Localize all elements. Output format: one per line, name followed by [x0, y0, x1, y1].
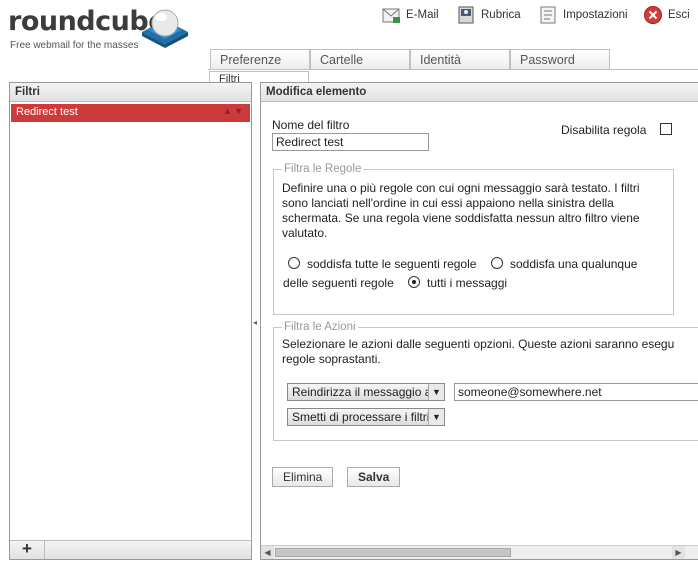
- edit-panel-title: Modifica elemento: [261, 83, 698, 102]
- rules-description: Definire una o più regole con cui ogni m…: [282, 181, 640, 240]
- tab-cartelle[interactable]: Cartelle: [310, 49, 410, 70]
- filters-panel: Filtri Redirect test ▲▼ +: [9, 82, 252, 560]
- match-every-radio[interactable]: [408, 276, 420, 288]
- tab-divider: [208, 69, 698, 70]
- actions-legend: Filtra le Azioni: [284, 321, 356, 333]
- settings-icon: [540, 6, 556, 24]
- horizontal-scrollbar[interactable]: ◀ ▶: [261, 545, 698, 559]
- tab-preferenze[interactable]: Preferenze: [210, 49, 310, 70]
- filter-name-input[interactable]: [272, 133, 429, 151]
- tab-identita[interactable]: Identità: [410, 49, 510, 70]
- chevron-down-icon: ▼: [428, 409, 444, 425]
- scrollbar-thumb[interactable]: [275, 548, 511, 557]
- filters-title: Filtri: [10, 83, 251, 102]
- taskbar-addressbook-button[interactable]: Rubrica: [456, 4, 521, 26]
- match-every-label: tutti i messaggi: [427, 276, 508, 290]
- actions-description-cont: regole soprastanti.: [282, 352, 381, 366]
- taskbar-logout-button[interactable]: Esci: [643, 4, 690, 26]
- mail-icon: [382, 8, 400, 23]
- add-filter-button[interactable]: +: [10, 540, 45, 559]
- rules-legend: Filtra le Regole: [284, 163, 362, 175]
- save-button[interactable]: Salva: [347, 467, 401, 487]
- splitter-arrow-icon[interactable]: ◂: [253, 318, 257, 327]
- taskbar-addressbook-label: Rubrica: [481, 9, 521, 21]
- action-select-1-value: Reindirizza il messaggio a: [292, 385, 432, 399]
- match-any-radio[interactable]: [491, 257, 503, 269]
- disable-rule-checkbox[interactable]: [660, 123, 672, 135]
- tab-password[interactable]: Password: [510, 49, 610, 70]
- scroll-left-icon[interactable]: ◀: [261, 546, 274, 559]
- actions-description: Selezionare le azioni dalle seguenti opz…: [282, 337, 675, 351]
- logo-tagline: Free webmail for the masses: [10, 40, 139, 51]
- redirect-address-input[interactable]: [454, 383, 698, 401]
- reorder-arrows-icon[interactable]: ▲▼: [223, 106, 245, 116]
- match-all-label: soddisfa tutte le seguenti regole: [307, 257, 477, 271]
- taskbar-settings-label: Impostazioni: [563, 9, 628, 21]
- match-all-radio[interactable]: [288, 257, 300, 269]
- action-select-2[interactable]: Smetti di processare i filtri ▼: [287, 408, 445, 426]
- address-book-icon: [458, 6, 474, 24]
- delete-button[interactable]: Elimina: [272, 467, 334, 487]
- filter-name-label: Nome del filtro: [272, 118, 350, 132]
- action-select-2-value: Smetti di processare i filtri: [292, 410, 430, 424]
- filter-list-item[interactable]: Redirect test ▲▼: [11, 104, 250, 122]
- disable-rule-label: Disabilita regola: [561, 123, 647, 137]
- taskbar-logout-label: Esci: [668, 9, 690, 21]
- taskbar-mail-label: E-Mail: [406, 9, 439, 21]
- filter-item-label: Redirect test: [16, 106, 78, 118]
- chevron-down-icon: ▼: [428, 384, 444, 400]
- taskbar-mail-button[interactable]: E-Mail: [381, 4, 439, 26]
- action-select-1[interactable]: Reindirizza il messaggio a ▼: [287, 383, 445, 401]
- filters-footer: +: [10, 540, 251, 559]
- edit-panel: Modifica elemento Nome del filtro Disabi…: [260, 82, 698, 560]
- match-any-label-cont: delle seguenti regole: [283, 276, 394, 290]
- match-any-label: soddisfa una qualunque: [510, 257, 638, 271]
- logout-icon: [644, 6, 662, 24]
- taskbar-settings-button[interactable]: Impostazioni: [538, 4, 628, 26]
- logo-icon: [142, 9, 188, 48]
- scroll-right-icon[interactable]: ▶: [672, 546, 685, 559]
